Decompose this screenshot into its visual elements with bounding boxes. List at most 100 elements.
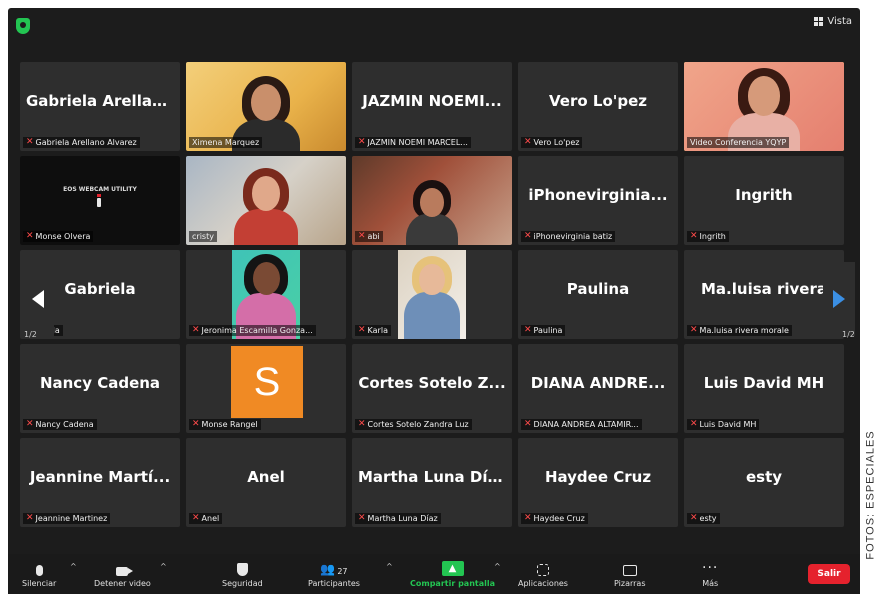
- participant-name-label: ✕ DIANA ANDREA ALTAMIR...: [521, 419, 642, 430]
- participant-tile[interactable]: Martha Luna Díaz ✕ Martha Luna Díaz: [352, 438, 512, 527]
- participant-tile[interactable]: ✕ Jeronima Escamilla Gonza...: [186, 250, 346, 339]
- participant-face: [747, 76, 781, 116]
- stop-video-button[interactable]: Detener video: [94, 558, 151, 588]
- participant-label-text: esty: [699, 514, 717, 523]
- participant-name-label: ✕ Martha Luna Díaz: [355, 513, 441, 524]
- participant-tile[interactable]: DIANA ANDRE... ✕ DIANA ANDREA ALTAMIR...: [518, 344, 678, 433]
- arrow-right-icon: [833, 290, 845, 308]
- previous-page-button[interactable]: [22, 262, 54, 336]
- meeting-toolbar: Silenciar ^ Detener video ^ Seguridad 👥 …: [8, 554, 860, 594]
- participant-tile[interactable]: Haydee Cruz ✕ Haydee Cruz: [518, 438, 678, 527]
- view-button[interactable]: Vista: [814, 16, 852, 27]
- muted-microphone-icon: ✕: [192, 419, 200, 429]
- participant-label-text: Cortes Sotelo Zandra Luz: [367, 420, 469, 429]
- more-label: Más: [702, 579, 719, 588]
- arrow-left-icon: [32, 290, 44, 308]
- participant-body: [404, 292, 460, 339]
- participants-options-caret-icon[interactable]: ^: [386, 562, 393, 571]
- participant-label-text: Jeronima Escamilla Gonza...: [201, 326, 313, 335]
- participant-face: [252, 262, 280, 295]
- photo-credit: FOTOS: ESPECIALES: [863, 400, 879, 590]
- participant-label-text: abi: [367, 232, 380, 241]
- participant-label-text: iPhonevirginia batiz: [533, 232, 613, 241]
- participant-label-text: Ingrith: [699, 232, 726, 241]
- whiteboard-icon: [622, 565, 637, 576]
- participant-name-label: ✕ abi: [355, 231, 383, 242]
- participant-tile[interactable]: cristy: [186, 156, 346, 245]
- muted-microphone-icon: ✕: [26, 137, 34, 147]
- share-screen-button[interactable]: ▲ Compartir pantalla: [410, 558, 495, 588]
- participant-name-label: ✕ Paulina: [521, 325, 566, 336]
- whiteboards-label: Pizarras: [614, 579, 646, 588]
- avatar: S: [231, 346, 303, 418]
- muted-microphone-icon: ✕: [358, 137, 366, 147]
- apps-button[interactable]: Aplicaciones: [518, 558, 568, 588]
- participant-label-text: Jeannine Martinez: [35, 514, 108, 523]
- participant-tile[interactable]: Ma.luisa rivera ✕ Ma.luisa rivera morale: [684, 250, 844, 339]
- next-page-button[interactable]: [823, 262, 855, 336]
- muted-microphone-icon: ✕: [524, 419, 532, 429]
- share-options-caret-icon[interactable]: ^: [494, 562, 501, 571]
- audio-options-caret-icon[interactable]: ^: [70, 562, 77, 571]
- participant-name-label: ✕ Gabriela Arellano Alvarez: [23, 137, 140, 148]
- participant-tile[interactable]: Ximena Marquez: [186, 62, 346, 151]
- participant-tile[interactable]: ✕ Karla: [352, 250, 512, 339]
- participant-name-label: ✕ Ingrith: [687, 231, 729, 242]
- participant-label-text: Nancy Cadena: [35, 420, 94, 429]
- participant-tile[interactable]: Anel ✕ Anel: [186, 438, 346, 527]
- muted-microphone-icon: ✕: [26, 419, 34, 429]
- participant-tile[interactable]: Luis David MH ✕ Luis David MH: [684, 344, 844, 433]
- muted-microphone-icon: ✕: [192, 513, 200, 523]
- muted-microphone-icon: ✕: [358, 419, 366, 429]
- participant-tile[interactable]: iPhonevirginia... ✕ iPhonevirginia batiz: [518, 156, 678, 245]
- muted-microphone-icon: ✕: [690, 513, 698, 523]
- participant-tile[interactable]: Video Conferencia YQYP: [684, 62, 844, 151]
- participant-tile[interactable]: Nancy Cadena ✕ Nancy Cadena: [20, 344, 180, 433]
- video-options-caret-icon[interactable]: ^: [160, 562, 167, 571]
- muted-microphone-icon: ✕: [524, 137, 532, 147]
- participant-name-label: ✕ Haydee Cruz: [521, 513, 588, 524]
- participant-name-label: ✕ Cortes Sotelo Zandra Luz: [355, 419, 472, 430]
- muted-microphone-icon: ✕: [26, 513, 34, 523]
- participant-tile[interactable]: JAZMIN NOEMI... ✕ JAZMIN NOEMI MARCEL...: [352, 62, 512, 151]
- muted-microphone-icon: ✕: [690, 231, 698, 241]
- participant-tile[interactable]: Vero Lo'pez ✕ Vero Lo'pez: [518, 62, 678, 151]
- security-button[interactable]: Seguridad: [222, 558, 263, 588]
- webcam-logo: [97, 198, 101, 207]
- participants-button[interactable]: 👥 27 Participantes: [308, 558, 360, 588]
- muted-microphone-icon: ✕: [26, 231, 34, 241]
- participant-display-name: Ingrith: [735, 186, 793, 204]
- participant-name-label: cristy: [189, 231, 217, 242]
- leave-button[interactable]: Salir: [808, 564, 850, 584]
- participant-tile[interactable]: Gabriela Arellan... ✕ Gabriela Arellano Al…: [20, 62, 180, 151]
- participant-display-name: Luis David MH: [703, 374, 825, 392]
- participant-name-label: ✕ iPhonevirginia batiz: [521, 231, 616, 242]
- participant-label-text: Video Conferencia YQYP: [690, 138, 787, 147]
- mute-button[interactable]: Silenciar: [22, 558, 56, 588]
- participant-tile[interactable]: esty ✕ esty: [684, 438, 844, 527]
- security-shield-icon[interactable]: [16, 18, 30, 34]
- participant-name-label: ✕ Jeronima Escamilla Gonza...: [189, 325, 316, 336]
- participant-tile[interactable]: Ingrith ✕ Ingrith: [684, 156, 844, 245]
- participant-label-text: Ma.luisa rivera morale: [699, 326, 789, 335]
- participant-label-text: Anel: [201, 514, 220, 523]
- participant-tile[interactable]: Cortes Sotelo Z... ✕ Cortes Sotelo Zandra …: [352, 344, 512, 433]
- muted-microphone-icon: ✕: [690, 419, 698, 429]
- participant-tile[interactable]: ✕ abi: [352, 156, 512, 245]
- participant-name-label: Ximena Marquez: [189, 137, 263, 148]
- participant-tile[interactable]: S ✕ Monse Rangel: [186, 344, 346, 433]
- apps-icon: [536, 564, 549, 576]
- participant-label-text: cristy: [192, 232, 214, 241]
- more-button[interactable]: ··· Más: [702, 558, 718, 588]
- participant-label-text: Karla: [367, 326, 388, 335]
- mute-label: Silenciar: [22, 579, 57, 588]
- participant-tile[interactable]: EOS WEBCAM UTILITY ✕ Monse Olvera: [20, 156, 180, 245]
- participant-gallery: Gabriela Arellan... ✕ Gabriela Arellano Al…: [20, 62, 844, 527]
- muted-microphone-icon: ✕: [690, 325, 698, 335]
- whiteboards-button[interactable]: Pizarras: [614, 558, 645, 588]
- muted-microphone-icon: ✕: [358, 231, 366, 241]
- participant-tile[interactable]: Jeannine Martí... ✕ Jeannine Martinez: [20, 438, 180, 527]
- participant-tile[interactable]: Paulina ✕ Paulina: [518, 250, 678, 339]
- stop-video-label: Detener video: [94, 579, 151, 588]
- participant-label-text: Martha Luna Díaz: [367, 514, 438, 523]
